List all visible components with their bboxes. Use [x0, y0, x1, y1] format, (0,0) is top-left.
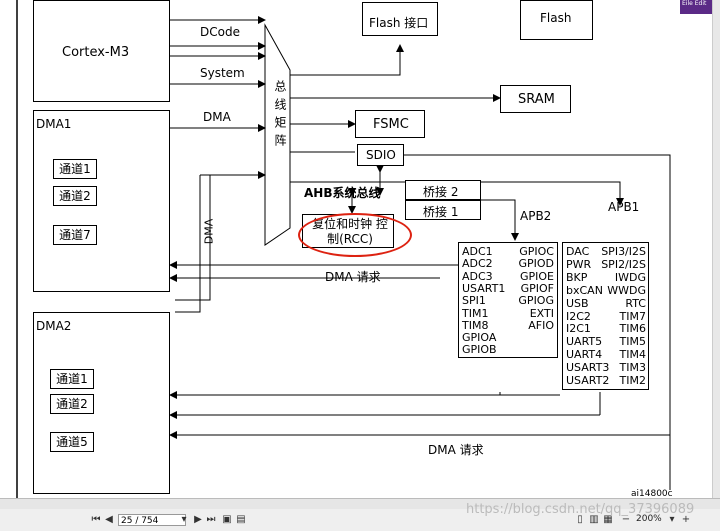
peripheral-tim5: TIM5 [619, 335, 646, 349]
next-page-button[interactable]: ▶ [192, 514, 204, 526]
dma-request-label-2: DMA 请求 [428, 443, 484, 457]
cpu-label: Cortex-M3 [62, 45, 130, 60]
peripheral-i2c1: I2C1 [566, 322, 591, 336]
peripheral-usart2: USART2 [566, 374, 610, 387]
peripheral-spi3i2s: SPI3/I2S [601, 245, 646, 258]
bus-matrix-label: 总线矩阵 [273, 80, 287, 152]
peripheral-usb: USB [566, 296, 589, 310]
peripheral-bkp: BKP [566, 270, 588, 284]
peripheral-i2c2: I2C2 [566, 309, 591, 323]
flash-box: Flash [520, 0, 593, 40]
vertical-scrollbar[interactable] [712, 0, 720, 498]
apb1-label: APB1 [608, 200, 640, 214]
fit-width-icon[interactable]: ▤ [235, 514, 247, 526]
peripheral-pwr: PWR [566, 257, 592, 271]
apb1-peripherals-box: DAC PWR BKP bxCAN USB I2C2 I2C1 UART5 UART4 USART… [562, 242, 649, 390]
fit-page-icon[interactable]: ▣ [221, 514, 233, 526]
peripheral-spi2i2s: SPI2/I2S [601, 257, 646, 271]
url-watermark: https://blog.csdn.net/qq_37396089 [466, 502, 695, 517]
dma-bus-label: DMA [203, 110, 231, 124]
dma1-channel-7: 通道7 [53, 225, 97, 245]
dma2-channel-5: 通道5 [50, 432, 94, 452]
peripheral-gpiob: GPIOB [462, 343, 497, 357]
dma1-title: DMA1 [36, 117, 72, 131]
peripheral-adc3: ADC3 [462, 269, 493, 283]
sram-label: SRAM [518, 92, 555, 107]
peripheral-uart4: UART4 [566, 348, 603, 362]
last-page-button[interactable]: ⏭ [205, 514, 217, 526]
rcc-highlight-circle [298, 213, 412, 257]
peripheral-tim4: TIM4 [619, 348, 646, 362]
peripheral-gpiof: GPIOF [520, 281, 554, 295]
peripheral-usart1: USART1 [462, 281, 506, 295]
peripheral-gpiog: GPIOG [518, 294, 554, 308]
peripheral-usart3: USART3 [566, 361, 610, 375]
flash-if-label: Flash 接口 [369, 16, 429, 30]
peripheral-spi1: SPI1 [462, 294, 486, 308]
dma1-channel-2: 通道2 [53, 186, 97, 206]
dma2-channel-1: 通道1 [50, 369, 94, 389]
peripheral-dac: DAC [566, 245, 590, 258]
peripheral-adc1: ADC1 [462, 245, 493, 258]
peripheral-gpioe: GPIOE [519, 269, 554, 283]
pdf-page: Cortex-M3 DCode System DMA DMA 总线矩阵 Flas… [0, 0, 720, 530]
page-number-input[interactable]: 25 / 754 [118, 514, 186, 526]
system-label: System [200, 66, 245, 80]
peripheral-gpioc: GPIOC [519, 245, 554, 258]
apb2-label: APB2 [520, 209, 552, 223]
bridge1-label: 桥接 1 [423, 205, 459, 219]
apb2-peripherals-box: ADC1 ADC2 ADC3 USART1 SPI1 TIM1 TIM8 GPIOA GPIOB… [458, 242, 558, 358]
dma-vertical-label: DMA [202, 218, 216, 245]
flash-interface-box: Flash 接口 [362, 2, 438, 36]
page-dropdown-icon[interactable]: ▾ [178, 514, 190, 526]
ahb-label: AHB系统总线 [304, 186, 381, 200]
bridge1-box: 桥接 1 [405, 200, 481, 220]
peripheral-uart5: UART5 [566, 335, 603, 349]
peripheral-tim8: TIM8 [462, 318, 489, 332]
bridge2-box: 桥接 2 [405, 180, 481, 200]
peripheral-gpioa: GPIOA [462, 331, 497, 345]
prev-page-button[interactable]: ◀ [103, 514, 115, 526]
dma-request-label-1: DMA 请求 [325, 270, 381, 284]
first-page-button[interactable]: ⏮ [90, 514, 102, 526]
peripheral-gpiod: GPIOD [518, 257, 554, 271]
peripheral-tim3: TIM3 [619, 361, 646, 375]
dma2-title: DMA2 [36, 319, 72, 333]
fsmc-box: FSMC [355, 110, 425, 138]
sdio-label: SDIO [366, 148, 396, 162]
peripheral-afio: AFIO [528, 318, 554, 332]
dcode-label: DCode [200, 25, 240, 39]
peripheral-tim2: TIM2 [619, 374, 646, 387]
peripheral-tim1: TIM1 [462, 306, 489, 320]
peripheral-tim7: TIM7 [619, 309, 646, 323]
flash-label: Flash [540, 11, 572, 25]
peripheral-tim6: TIM6 [619, 322, 646, 336]
peripheral-wwdg: WWDG [607, 283, 646, 297]
peripheral-adc2: ADC2 [462, 257, 493, 271]
dma2-channel-2: 通道2 [50, 394, 94, 414]
dma1-channel-1: 通道1 [53, 159, 97, 179]
bridge2-label: 桥接 2 [423, 185, 459, 199]
fsmc-label: FSMC [373, 117, 409, 132]
sdio-box: SDIO [357, 144, 404, 166]
cortex-m3-box: Cortex-M3 [33, 0, 170, 102]
peripheral-bxcan: bxCAN [566, 283, 603, 297]
peripheral-iwdg: IWDG [614, 270, 646, 284]
sram-box: SRAM [500, 85, 571, 113]
peripheral-exti: EXTI [529, 306, 554, 320]
peripheral-rtc: RTC [625, 296, 646, 310]
